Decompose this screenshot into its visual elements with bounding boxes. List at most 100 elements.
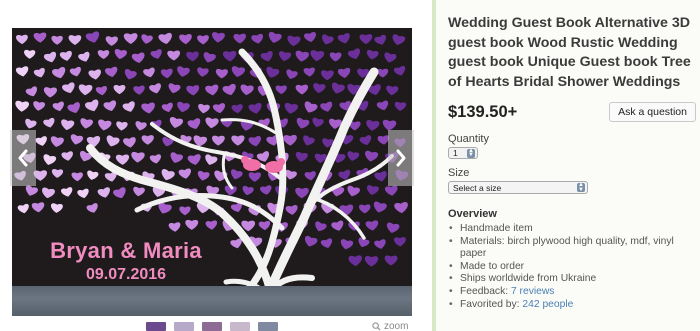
ask-question-button[interactable]: Ask a question: [609, 102, 696, 122]
reviews-link[interactable]: 7 reviews: [511, 286, 555, 297]
favorited-link[interactable]: 242 people: [522, 299, 573, 310]
heart-shape: [285, 205, 298, 215]
heart-shape: [43, 154, 57, 165]
heart-shape: [186, 51, 199, 62]
heart-shape: [167, 50, 181, 61]
heart-shape: [374, 239, 386, 249]
heart-shape: [179, 206, 191, 216]
heart-shape: [205, 154, 218, 165]
heart-shape: [115, 154, 130, 165]
heart-shape: [337, 32, 350, 44]
overview-handmade: Handmade item: [460, 223, 533, 234]
heart-shape: [310, 50, 325, 62]
heart-shape: [287, 35, 301, 47]
heart-shape: [320, 101, 333, 112]
heart-shape: [393, 65, 406, 76]
heart-shape: [149, 83, 161, 94]
heart-shape: [304, 171, 316, 181]
couple-names: Bryan & Maria 09.07.2016: [36, 238, 216, 284]
size-select[interactable]: Select a size ▲ ▼: [448, 181, 588, 194]
heart-shape: [248, 102, 262, 114]
heart-shape: [51, 35, 63, 45]
thumbnail-3[interactable]: [202, 322, 222, 331]
heart-shape: [52, 101, 64, 112]
next-image-button[interactable]: [388, 130, 414, 186]
product-photo[interactable]: Bryan & Maria 09.07.2016: [12, 28, 412, 316]
heart-shape: [103, 100, 117, 112]
zoom-button[interactable]: zoom: [372, 321, 408, 331]
heart-shape: [116, 121, 128, 131]
heart-shape: [366, 49, 379, 60]
heart-shape: [215, 68, 228, 79]
feedback-label: Feedback:: [460, 285, 509, 297]
heart-shape: [25, 86, 38, 97]
heart-shape: [222, 50, 237, 62]
heart-shape: [320, 238, 333, 248]
heart-shape: [329, 52, 342, 62]
thumbnail-strip: [146, 322, 278, 331]
heart-shape: [394, 202, 408, 214]
heart-shape: [248, 135, 261, 147]
heart-shape: [51, 169, 64, 178]
chevron-left-icon: [18, 149, 28, 167]
prev-image-button[interactable]: [10, 130, 36, 186]
heart-shape: [141, 34, 153, 44]
heart-shape: [85, 31, 100, 43]
heart-shape: [62, 82, 75, 94]
select-stepper-icon: ▲ ▼: [577, 182, 585, 193]
heart-shape: [212, 103, 226, 114]
thumbnail-1[interactable]: [146, 322, 166, 331]
thumbnail-5[interactable]: [258, 322, 278, 331]
heart-shape: [179, 34, 192, 45]
heart-shape: [133, 186, 145, 197]
heart-shape: [231, 135, 245, 146]
thumbnail-4[interactable]: [230, 322, 250, 331]
listing-panel: Wedding Guest Book Alternative 3D guest …: [436, 0, 700, 331]
heart-shape: [149, 154, 161, 164]
overview-shipping: Ships worldwide from Ukraine: [460, 273, 597, 285]
size-label: Size: [448, 167, 470, 179]
heart-shape: [168, 222, 181, 232]
heart-shape: [347, 151, 360, 161]
heart-shape: [177, 66, 190, 77]
heart-shape: [373, 201, 387, 213]
heart-shape: [303, 67, 315, 77]
heart-shape: [78, 51, 90, 62]
heart-shape: [258, 220, 271, 231]
heart-shape: [113, 85, 126, 95]
heart-shape: [377, 68, 389, 78]
heart-shape: [322, 34, 334, 45]
heart-shape: [123, 137, 136, 148]
heart-shape: [141, 102, 155, 114]
heart-shape: [286, 69, 298, 79]
heart-shape: [205, 220, 218, 230]
heart-shape: [88, 69, 101, 80]
heart-shape: [61, 151, 73, 161]
heart-shape: [52, 66, 66, 79]
heart-shape: [268, 31, 282, 43]
heart-shape: [168, 83, 181, 94]
heart-shape: [50, 136, 64, 148]
heart-shape: [170, 152, 183, 163]
heart-shape: [95, 85, 107, 96]
heart-shape: [113, 187, 126, 199]
heart-shape: [169, 116, 184, 129]
heart-shape: [105, 36, 118, 46]
favorited-label: Favorited by:: [460, 298, 520, 310]
heart-shape: [51, 203, 63, 213]
heart-shape: [122, 101, 135, 112]
heart-shape: [295, 151, 308, 162]
heart-shape: [348, 255, 362, 267]
heart-shape: [279, 51, 292, 62]
select-stepper-icon: ▲ ▼: [467, 147, 475, 158]
quantity-value: 1: [453, 148, 458, 158]
thumbnail-2[interactable]: [174, 322, 194, 331]
heart-shape: [240, 84, 254, 96]
heart-shape: [150, 49, 162, 59]
heart-shape: [266, 66, 280, 78]
heart-shape: [80, 118, 93, 129]
names-line: Bryan & Maria: [50, 238, 202, 263]
heart-shape: [260, 51, 273, 62]
overview-materials: Materials: birch plywood high quality, m…: [460, 235, 674, 260]
quantity-select[interactable]: 1 ▲ ▼: [448, 147, 478, 159]
